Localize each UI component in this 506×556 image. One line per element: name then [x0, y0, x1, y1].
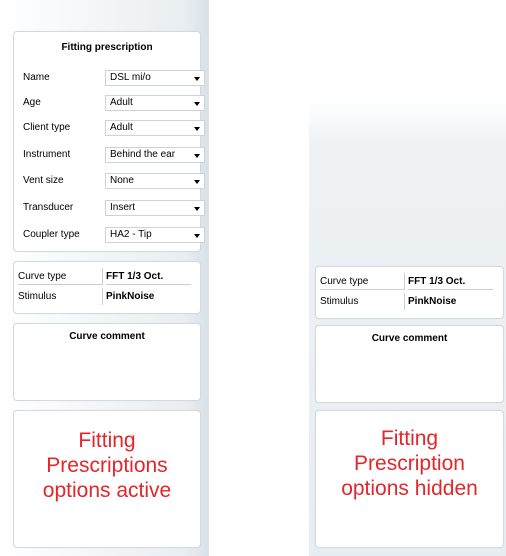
curve-comment-panel[interactable]: Curve comment [13, 323, 201, 401]
vent-size-dropdown[interactable]: None [105, 173, 205, 189]
name-dropdown[interactable]: DSL mi/o [105, 70, 205, 86]
fitting-prescription-panel: Fitting prescription Name DSL mi/o Age A… [13, 31, 205, 252]
vent-size-value: None [110, 175, 134, 186]
curve-info-panel: Curve type FFT 1/3 Oct. Stimulus PinkNoi… [13, 261, 201, 314]
chevron-down-icon [194, 180, 200, 184]
transducer-dropdown[interactable]: Insert [105, 200, 205, 216]
caption-right-line-1: Fitting [380, 427, 439, 450]
caption-right-line-3: options hidden [341, 477, 478, 500]
stimulus-label: Stimulus [320, 293, 405, 310]
chevron-down-icon [194, 234, 200, 238]
client-type-label: Client type [23, 122, 71, 133]
name-label: Name [23, 72, 50, 83]
age-value: Adult [110, 97, 133, 108]
instrument-value: Behind the ear [110, 149, 176, 160]
name-value: DSL mi/o [110, 72, 151, 83]
fitting-prescription-title: Fitting prescription [61, 42, 153, 53]
right-sidebar-hidden: Curve type FFT 1/3 Oct. Stimulus PinkNoi… [309, 0, 506, 556]
client-type-value: Adult [110, 122, 133, 133]
stimulus-value: PinkNoise [408, 296, 457, 307]
curve-type-value: FFT 1/3 Oct. [106, 268, 191, 285]
instrument-dropdown[interactable]: Behind the ear [105, 147, 205, 163]
client-type-dropdown[interactable]: Adult [105, 120, 205, 136]
caption-right-line-2: Prescription [354, 452, 465, 475]
curve-type-label: Curve type [320, 273, 405, 290]
chevron-down-icon [194, 127, 200, 131]
coupler-type-label: Coupler type [23, 229, 80, 240]
caption-right: Fitting Prescription options hidden [306, 426, 506, 501]
left-sidebar-active: Fitting prescription Name DSL mi/o Age A… [0, 0, 209, 556]
caption-left-line-2: Prescriptions [46, 454, 168, 477]
transducer-label: Transducer [23, 202, 74, 213]
instrument-label: Instrument [23, 149, 71, 160]
curve-comment-title: Curve comment [371, 333, 448, 344]
chevron-down-icon [194, 207, 200, 211]
transducer-value: Insert [110, 202, 136, 213]
vent-size-label: Vent size [23, 175, 64, 186]
caption-box-right: Fitting Prescription options hidden [315, 410, 504, 548]
stimulus-value: PinkNoise [106, 291, 155, 302]
curve-type-label: Curve type [18, 268, 103, 285]
curve-comment-panel-right[interactable]: Curve comment [315, 325, 504, 403]
stimulus-label: Stimulus [18, 288, 103, 305]
age-label: Age [23, 97, 41, 108]
curve-info-panel-right: Curve type FFT 1/3 Oct. Stimulus PinkNoi… [315, 266, 504, 319]
chevron-down-icon [194, 154, 200, 158]
coupler-type-value: HA2 - Tip [110, 229, 152, 240]
curve-comment-title: Curve comment [69, 331, 145, 342]
caption-box-left: Fitting Prescriptions options active [13, 410, 201, 548]
coupler-type-dropdown[interactable]: HA2 - Tip [105, 227, 205, 243]
age-dropdown[interactable]: Adult [105, 95, 205, 111]
chevron-down-icon [194, 77, 200, 81]
chevron-down-icon [194, 102, 200, 106]
curve-type-value: FFT 1/3 Oct. [408, 273, 493, 290]
caption-left: Fitting Prescriptions options active [14, 428, 200, 503]
caption-left-line-1: Fitting [78, 429, 136, 452]
caption-left-line-3: options active [42, 479, 172, 502]
